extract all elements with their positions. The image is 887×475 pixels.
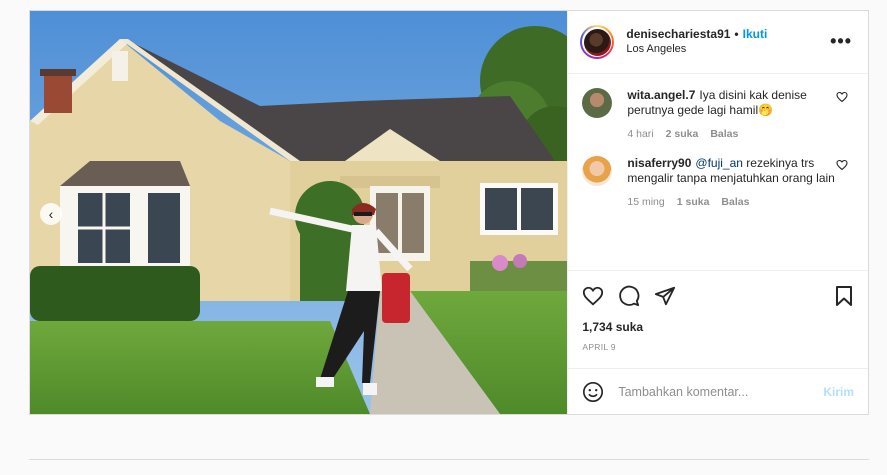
commenter-avatar[interactable] <box>582 88 613 118</box>
comment-mention[interactable]: @fuji_an <box>695 156 743 170</box>
commenter-avatar[interactable] <box>582 156 613 186</box>
likes-count[interactable]: 1,734 suka <box>568 320 868 342</box>
page: ‹ denisechariesta91 • Ikuti Los Angeles ••… <box>0 0 887 475</box>
share-paper-plane-icon[interactable] <box>654 285 676 307</box>
post-header: denisechariesta91 • Ikuti Los Angeles ••• <box>568 11 868 74</box>
post-photo[interactable]: ‹ <box>30 11 568 414</box>
comment-time[interactable]: 4 hari <box>627 127 653 142</box>
comment-input[interactable] <box>618 384 809 399</box>
comment-item: wita.angel.7 Iya disini kak denise perutn… <box>582 88 854 142</box>
reply-button[interactable]: Balas <box>710 127 738 142</box>
like-comment-heart-icon[interactable] <box>836 159 848 171</box>
comment-meta: 15 ming 1 suka Balas <box>627 195 837 210</box>
send-button[interactable]: Kirim <box>823 385 854 399</box>
follow-button[interactable]: Ikuti <box>743 27 768 41</box>
photo-scene <box>30 11 568 414</box>
post-actions <box>568 270 868 320</box>
previous-photo-button[interactable]: ‹ <box>40 203 62 225</box>
author-avatar[interactable] <box>580 25 615 59</box>
footer-divider <box>29 459 869 460</box>
comment-item: nisaferry90 @fuji_an rezekinya trs mengal… <box>582 156 854 210</box>
separator-dot: • <box>734 27 739 41</box>
comment-username[interactable]: wita.angel.7 <box>627 88 695 102</box>
comment-meta: 4 hari 2 suka Balas <box>627 127 837 142</box>
emoji-icon[interactable] <box>582 381 604 403</box>
like-comment-heart-icon[interactable] <box>836 91 848 103</box>
like-heart-icon[interactable] <box>582 285 604 307</box>
post-date[interactable]: APRIL 9 <box>568 342 868 368</box>
comment-likes[interactable]: 1 suka <box>677 195 710 210</box>
comments-list: wita.angel.7 Iya disini kak denise perutn… <box>568 74 868 270</box>
comment-time[interactable]: 15 ming <box>627 195 664 210</box>
add-comment-bar: Kirim <box>568 368 868 414</box>
author-username[interactable]: denisechariesta91 <box>626 27 730 41</box>
post-location[interactable]: Los Angeles <box>626 42 767 57</box>
reply-button[interactable]: Balas <box>721 195 749 210</box>
instagram-post: ‹ denisechariesta91 • Ikuti Los Angeles ••… <box>29 10 869 415</box>
comment-username[interactable]: nisaferry90 <box>627 156 691 170</box>
comment-bubble-icon[interactable] <box>618 285 640 307</box>
chevron-left-icon: ‹ <box>48 206 54 222</box>
comment-likes[interactable]: 2 suka <box>666 127 699 142</box>
post-sidebar: denisechariesta91 • Ikuti Los Angeles ••• … <box>567 11 868 414</box>
more-options-icon[interactable]: ••• <box>830 31 852 52</box>
bookmark-icon[interactable] <box>834 285 854 307</box>
avatar-image <box>583 28 611 56</box>
